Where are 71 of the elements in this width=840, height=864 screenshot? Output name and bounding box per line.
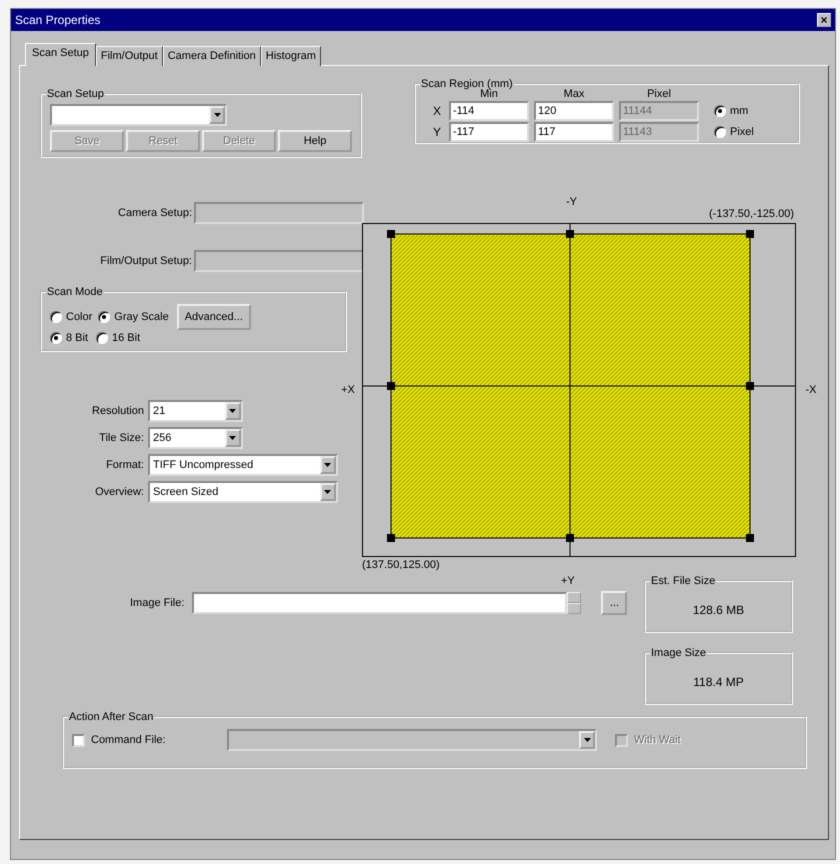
checkbox-label: Command File: xyxy=(91,734,167,746)
coordinate-label: (-137.50,-125.00) xyxy=(709,208,794,220)
group-title: Action After Scan xyxy=(69,711,154,723)
radio-button[interactable] xyxy=(50,311,62,323)
axis-label: +Y xyxy=(561,575,575,587)
radio-button[interactable] xyxy=(50,332,62,344)
radio-button[interactable] xyxy=(714,126,726,138)
caret-icon xyxy=(214,113,220,117)
min-field[interactable]: -117 xyxy=(449,122,529,142)
tab[interactable]: Film/Output xyxy=(96,46,163,66)
scan-area-drawing[interactable] xyxy=(362,223,796,557)
caret-icon xyxy=(584,738,590,742)
column-header: Min xyxy=(480,88,498,100)
checkbox[interactable] xyxy=(72,734,85,746)
field-label: Overview: xyxy=(95,486,144,498)
radio-label: 8 Bit xyxy=(66,332,88,344)
pixel-field: 11144 xyxy=(619,101,699,121)
field-label: Image File: xyxy=(130,597,184,609)
setup-field[interactable] xyxy=(194,202,364,224)
browse-button[interactable]: ... xyxy=(601,591,628,615)
caret-icon xyxy=(324,463,332,467)
axis-label: -X xyxy=(804,384,818,396)
group-title: Scan Setup xyxy=(47,88,104,100)
advanced-button[interactable]: Advanced... xyxy=(176,304,251,330)
setup-dropdown[interactable] xyxy=(50,104,227,126)
axis-label: -Y xyxy=(566,196,577,208)
radio-label: Gray Scale xyxy=(114,311,169,323)
setting-dropdown[interactable]: 21 xyxy=(148,400,243,422)
setup-field[interactable] xyxy=(194,250,364,272)
radio-label: mm xyxy=(730,105,748,117)
size-value: 118.4 MP xyxy=(692,674,745,691)
radio-label: Color xyxy=(66,311,92,323)
radio-label: Pixel xyxy=(730,126,754,138)
radio-button[interactable] xyxy=(714,105,726,117)
radio-label: 16 Bit xyxy=(112,332,140,344)
axis-label: Y xyxy=(432,125,442,139)
caret-icon xyxy=(229,409,236,413)
min-field[interactable]: -114 xyxy=(449,101,529,121)
axis-label: X xyxy=(432,104,442,118)
setting-dropdown[interactable]: TIFF Uncompressed xyxy=(148,454,338,476)
setting-dropdown[interactable]: Screen Sized xyxy=(148,481,338,503)
field-label: Resolution xyxy=(92,405,144,417)
group-title: Image Size xyxy=(651,647,706,659)
field-label: Tile Size: xyxy=(99,432,144,444)
pixel-field: 11143 xyxy=(619,122,699,142)
field-label: Format: xyxy=(106,459,144,471)
caret-icon xyxy=(229,436,236,440)
image-file-field[interactable] xyxy=(192,592,568,614)
group-title: Scan Mode xyxy=(47,286,103,298)
field-label: Camera Setup: xyxy=(118,207,192,219)
close-button[interactable]: × xyxy=(817,13,831,27)
radio-button[interactable] xyxy=(98,311,110,323)
group-title: Est. File Size xyxy=(651,575,716,587)
max-field[interactable]: 117 xyxy=(534,122,614,142)
max-field[interactable]: 120 xyxy=(534,101,614,121)
axis-label: +X xyxy=(340,384,356,396)
size-value: 128.6 MB xyxy=(692,602,746,619)
field-label: Film/Output Setup: xyxy=(100,255,192,267)
setting-dropdown[interactable]: 256 xyxy=(148,427,243,449)
group-title: Scan Region (mm) xyxy=(421,78,513,90)
window-title: Scan Properties xyxy=(15,13,100,27)
setup-button[interactable]: Help xyxy=(278,130,352,152)
column-header: Max xyxy=(562,88,586,100)
coordinate-label: (137.50,125.00) xyxy=(362,559,440,571)
caret-icon xyxy=(324,490,332,494)
radio-button[interactable] xyxy=(96,332,108,344)
tab[interactable]: Scan Setup xyxy=(25,43,96,66)
column-header: Pixel xyxy=(646,88,672,100)
tab[interactable]: Camera Definition xyxy=(162,46,261,66)
tab[interactable]: Histogram xyxy=(260,46,321,66)
checkbox-label: With Wait xyxy=(634,734,681,746)
